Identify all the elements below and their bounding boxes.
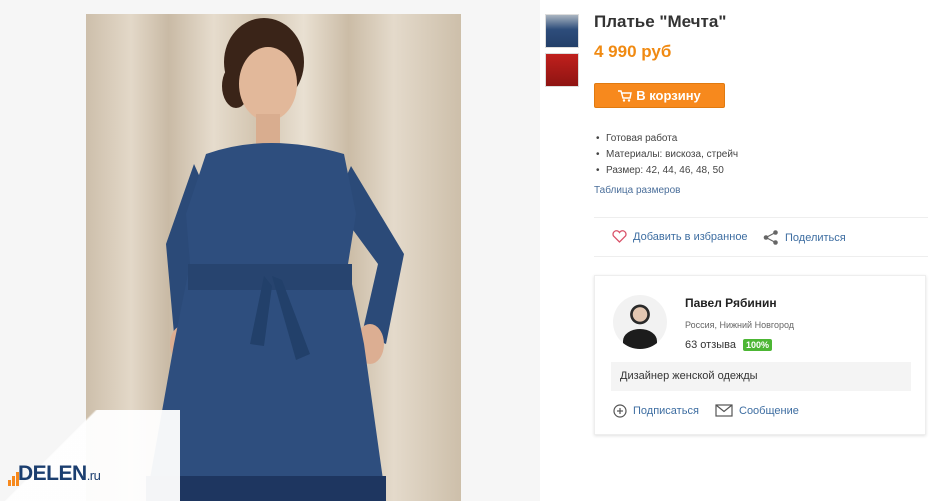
product-title: Платье "Мечта" — [594, 12, 727, 31]
thumbnail-brand-photo[interactable] — [545, 53, 579, 87]
add-to-favorites-label: Добавить в избранное — [633, 230, 748, 243]
add-to-cart-label: В корзину — [636, 88, 701, 103]
feature-item: Материалы: вискоза, стрейч — [594, 147, 738, 163]
seller-name[interactable]: Павел Рябинин — [685, 296, 777, 310]
thumbnail-dress-photo[interactable] — [545, 14, 579, 48]
seller-description: Дизайнер женской одежды — [611, 362, 911, 391]
share-label: Поделиться — [785, 231, 846, 244]
logo-name: DELEN — [18, 462, 87, 485]
seller-rating-badge: 100% — [743, 339, 773, 351]
envelope-icon — [715, 404, 733, 417]
product-price: 4 990 руб — [594, 42, 672, 61]
logo-suffix: .ru — [86, 468, 101, 483]
share-button[interactable]: Поделиться — [763, 230, 846, 245]
seller-reviews-count[interactable]: 63 отзыва — [685, 339, 736, 351]
message-button[interactable]: Сообщение — [715, 404, 799, 417]
seller-avatar[interactable] — [613, 295, 667, 349]
site-logo[interactable]: DELEN.ru — [18, 462, 101, 486]
add-to-favorites-button[interactable]: Добавить в избранное — [612, 230, 748, 243]
thumbnail-strip — [545, 14, 579, 92]
add-to-cart-button[interactable]: В корзину — [594, 83, 725, 108]
feature-item: Размер: 42, 44, 46, 48, 50 — [594, 163, 738, 179]
subscribe-label: Подписаться — [633, 405, 699, 417]
product-actions-bar: Добавить в избранное Поделиться — [594, 217, 928, 257]
message-label: Сообщение — [739, 404, 799, 417]
cart-icon — [618, 89, 633, 102]
seller-card: Павел Рябинин Россия, Нижний Новгород 63… — [594, 275, 926, 435]
size-table-link[interactable]: Таблица размеров — [594, 185, 680, 196]
share-icon — [763, 230, 778, 245]
product-features-list: Готовая работа Материалы: вискоза, стрей… — [594, 131, 738, 179]
subscribe-button[interactable]: Подписаться — [613, 404, 699, 418]
watermark-background — [0, 410, 180, 501]
heart-icon — [612, 230, 627, 243]
feature-item: Готовая работа — [594, 131, 738, 147]
plus-circle-icon — [613, 404, 627, 418]
seller-location: Россия, Нижний Новгород — [685, 320, 795, 330]
